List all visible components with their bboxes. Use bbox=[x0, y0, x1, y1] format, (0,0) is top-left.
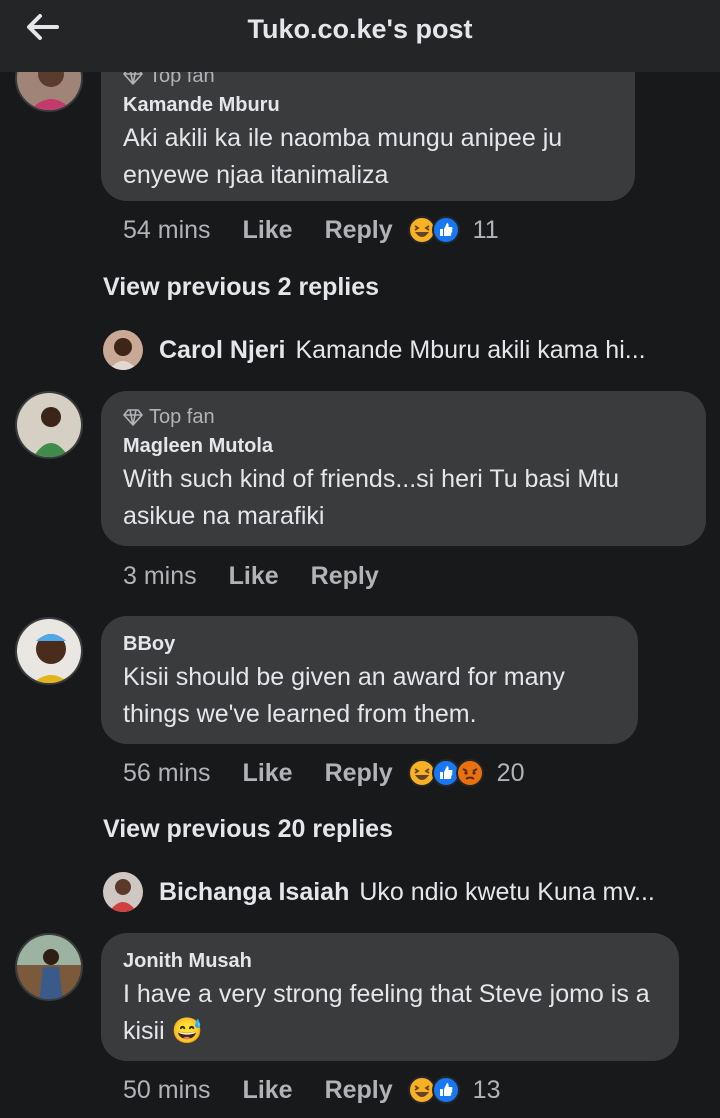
top-fan-badge: Top fan bbox=[123, 405, 684, 429]
comment-author[interactable]: BBoy bbox=[123, 631, 616, 657]
like-button[interactable]: Like bbox=[243, 759, 293, 788]
reaction-count: 11 bbox=[472, 215, 499, 244]
reply-author[interactable]: Carol Njeri bbox=[159, 336, 285, 365]
comment-text: Aki akili ka ile naomba mungu anipee ju … bbox=[123, 124, 563, 189]
like-button[interactable]: Like bbox=[243, 1076, 293, 1105]
comment-author[interactable]: Kamande Mburu bbox=[123, 92, 613, 118]
comment-time[interactable]: 3 mins bbox=[123, 562, 197, 591]
reaction-count: 20 bbox=[496, 758, 525, 787]
comment-actions: 56 mins Like Reply 20 bbox=[123, 756, 524, 790]
reply-preview[interactable]: Bichanga Isaiah Uko ndio kwetu Kuna mv..… bbox=[103, 871, 655, 913]
comment-time[interactable]: 50 mins bbox=[123, 1076, 211, 1105]
comment-bubble: Top fan Magleen Mutola With such kind of… bbox=[101, 391, 706, 546]
avatar[interactable] bbox=[15, 617, 83, 685]
reply-text: Kamande Mburu akili kama hi... bbox=[295, 335, 646, 364]
profile-photo bbox=[17, 619, 81, 683]
avatar[interactable] bbox=[15, 933, 83, 1001]
diamond-icon bbox=[123, 409, 143, 426]
header-overlay: Tuko.co.ke's post bbox=[0, 0, 720, 72]
view-previous-replies-link[interactable]: View previous 20 replies bbox=[103, 815, 393, 844]
profile-photo bbox=[103, 872, 143, 912]
reply-preview[interactable]: Carol Njeri Kamande Mburu akili kama hi.… bbox=[103, 329, 646, 371]
comment-time[interactable]: 54 mins bbox=[123, 216, 211, 245]
comment-text: I have a very strong feeling that Steve … bbox=[123, 980, 650, 1045]
view-previous-replies-link[interactable]: View previous 2 replies bbox=[103, 273, 379, 302]
comment-text: With such kind of friends...si heri Tu b… bbox=[123, 465, 620, 530]
reply-button[interactable]: Reply bbox=[311, 562, 379, 591]
profile-photo bbox=[103, 330, 143, 370]
comment-actions: 3 mins Like Reply bbox=[123, 559, 393, 593]
like-button[interactable]: Like bbox=[243, 216, 293, 245]
like-reaction-icon bbox=[431, 1076, 460, 1104]
comment-time[interactable]: 56 mins bbox=[123, 759, 211, 788]
reply-button[interactable]: Reply bbox=[325, 759, 393, 788]
profile-photo bbox=[17, 393, 81, 457]
like-button[interactable]: Like bbox=[229, 562, 279, 591]
reply-button[interactable]: Reply bbox=[325, 1076, 393, 1105]
comment-actions: 50 mins Like Reply 13 bbox=[123, 1073, 500, 1107]
comment-bubble: Jonith Musah I have a very strong feelin… bbox=[101, 933, 679, 1061]
comment-bubble: BBoy Kisii should be given an award for … bbox=[101, 616, 638, 744]
reply-text: Uko ndio kwetu Kuna mv... bbox=[359, 877, 655, 906]
page-title: Tuko.co.ke's post bbox=[247, 14, 473, 44]
badge-label: Top fan bbox=[149, 406, 215, 428]
avatar bbox=[103, 330, 143, 370]
reactions-summary[interactable]: 13 bbox=[407, 1075, 501, 1105]
reply-button[interactable]: Reply bbox=[325, 216, 393, 245]
avatar bbox=[103, 872, 143, 912]
comment-author[interactable]: Jonith Musah bbox=[123, 948, 657, 974]
reactions-summary[interactable]: 20 bbox=[407, 758, 525, 788]
comment-author[interactable]: Magleen Mutola bbox=[123, 433, 684, 459]
like-reaction-icon bbox=[431, 216, 460, 244]
comment-actions: 54 mins Like Reply 11 bbox=[123, 213, 499, 247]
reply-author[interactable]: Bichanga Isaiah bbox=[159, 878, 349, 907]
comment-text: Kisii should be given an award for many … bbox=[123, 663, 565, 728]
angry-reaction-icon bbox=[455, 759, 484, 787]
reactions-summary[interactable]: 11 bbox=[407, 215, 499, 245]
avatar[interactable] bbox=[15, 391, 83, 459]
reaction-count: 13 bbox=[472, 1075, 501, 1104]
profile-photo bbox=[17, 935, 81, 999]
